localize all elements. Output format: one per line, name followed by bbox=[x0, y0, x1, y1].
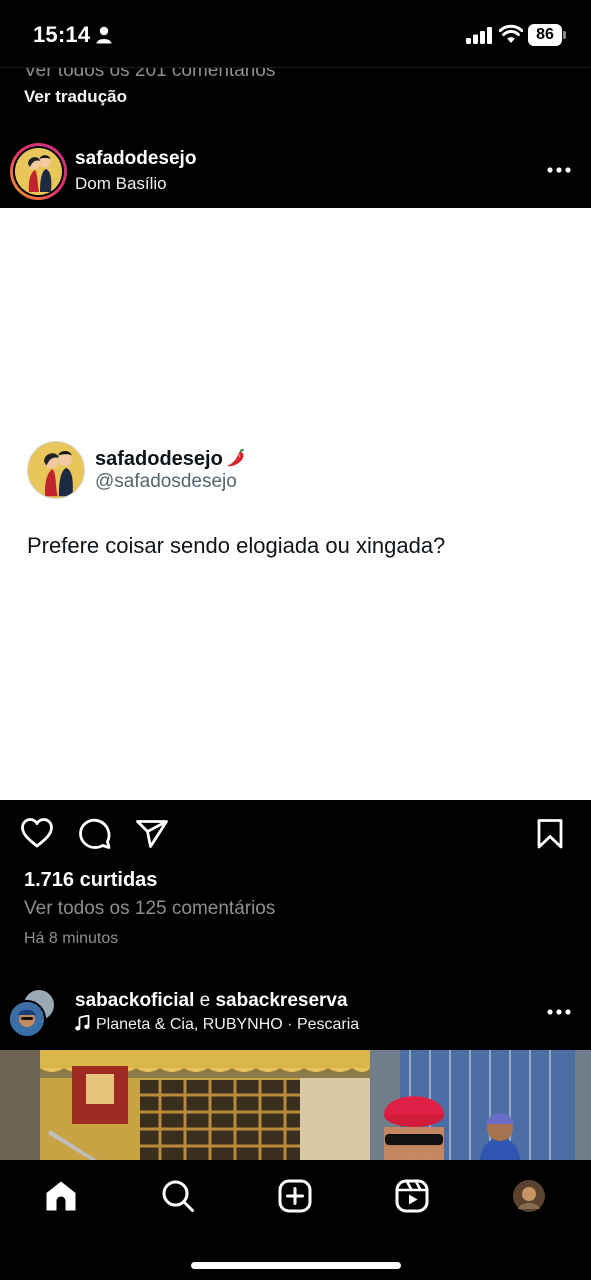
status-bar: 15:14 86 bbox=[0, 0, 591, 68]
battery-level: 86 bbox=[528, 24, 562, 46]
wifi-icon bbox=[499, 24, 523, 43]
home-icon[interactable] bbox=[44, 1179, 78, 1213]
create-post-icon[interactable] bbox=[278, 1179, 312, 1213]
next-post-user-2[interactable]: sabackreserva bbox=[215, 990, 347, 1011]
status-time: 15:14 bbox=[33, 22, 91, 47]
next-post-usernames[interactable]: sabackoficial e sabackreserva bbox=[75, 990, 348, 1012]
music-note-icon bbox=[75, 1015, 90, 1031]
search-icon[interactable] bbox=[161, 1179, 195, 1213]
tweet-avatar bbox=[27, 441, 85, 499]
post-timestamp: Há 8 minutos bbox=[24, 930, 119, 947]
post-audio-or-location[interactable]: Dom Basílio bbox=[75, 174, 167, 194]
post-image[interactable]: safadodesejo @safadosdesejo Prefere cois… bbox=[0, 208, 591, 800]
tweet-display-name: safadodesejo bbox=[95, 446, 248, 471]
bookmark-icon[interactable] bbox=[536, 818, 564, 850]
next-post-more-icon[interactable] bbox=[547, 1009, 571, 1015]
next-post-music[interactable]: Planeta & Cia, RUBYNHO · Pescaria bbox=[75, 1015, 359, 1034]
tweet-text: Prefere coisar sendo elogiada ou xingada… bbox=[27, 533, 446, 558]
chili-pepper-icon bbox=[226, 449, 244, 467]
like-count[interactable]: 1.716 curtidas bbox=[24, 869, 157, 892]
comment-icon[interactable] bbox=[78, 817, 112, 850]
battery-icon: 86 bbox=[528, 24, 566, 46]
post-actions bbox=[0, 815, 591, 855]
signal-icon bbox=[466, 27, 492, 44]
next-post-connector: e bbox=[199, 990, 211, 1011]
see-translation-link[interactable]: Ver tradução bbox=[24, 87, 127, 107]
home-indicator bbox=[191, 1262, 401, 1269]
more-options-icon[interactable] bbox=[547, 167, 571, 173]
author-avatar bbox=[8, 1000, 46, 1038]
view-comments-link[interactable]: Ver todos os 125 comentários bbox=[24, 898, 275, 920]
post-author-avatar[interactable] bbox=[10, 143, 67, 200]
share-icon[interactable] bbox=[135, 819, 169, 849]
heart-icon[interactable] bbox=[20, 817, 54, 849]
profile-avatar[interactable] bbox=[512, 1179, 546, 1213]
next-post-user-1[interactable]: sabackoficial bbox=[75, 990, 194, 1011]
reels-icon[interactable] bbox=[395, 1179, 429, 1213]
next-post-image[interactable] bbox=[0, 1050, 591, 1162]
next-post-avatars[interactable] bbox=[8, 988, 58, 1038]
post-username[interactable]: safadodesejo bbox=[75, 148, 196, 170]
person-icon bbox=[96, 26, 112, 44]
tweet-handle: @safadosdesejo bbox=[95, 471, 237, 492]
